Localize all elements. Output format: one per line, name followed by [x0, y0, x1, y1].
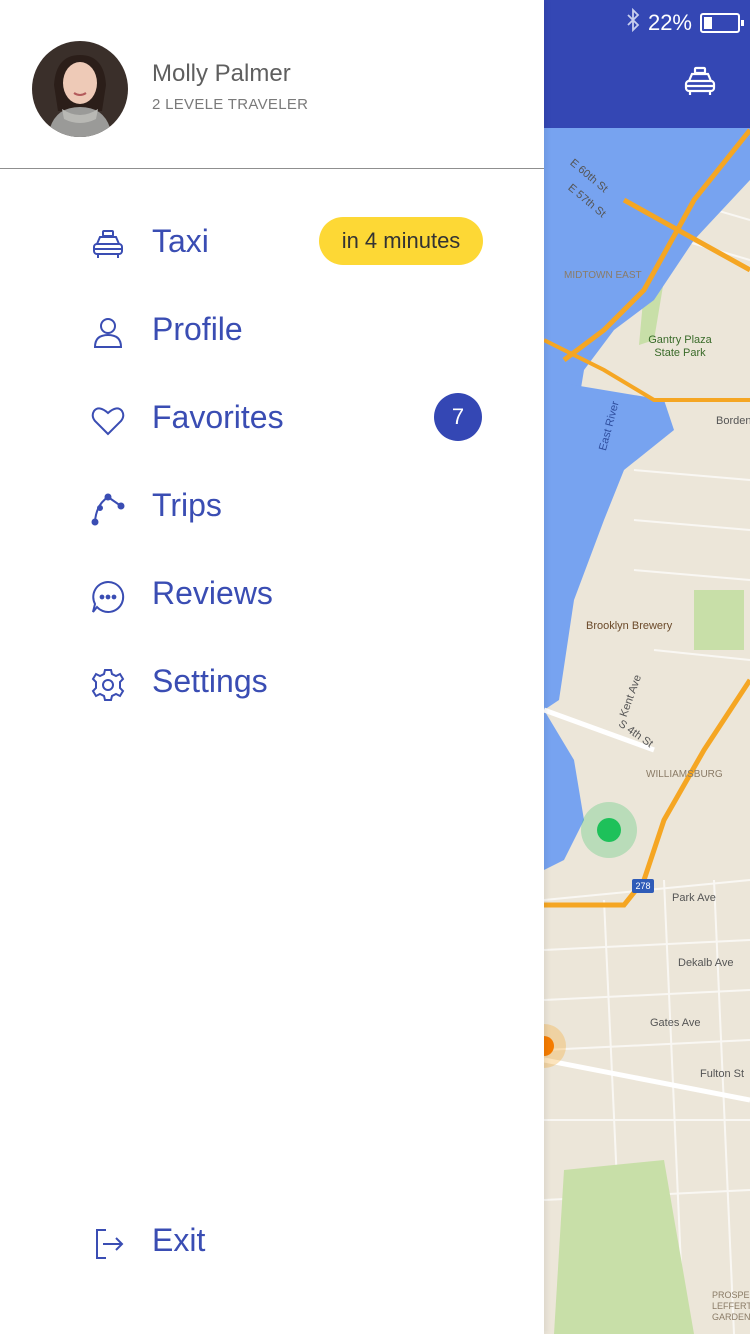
bluetooth-icon	[626, 7, 640, 38]
map-label: Gates Ave	[650, 1017, 701, 1029]
route-icon	[90, 491, 126, 527]
eta-pill: in 4 minutes	[319, 217, 483, 265]
map-label: WILLIAMSBURG	[646, 769, 723, 780]
menu-item-reviews[interactable]: Reviews	[0, 552, 544, 640]
drawer-header: Molly Palmer 2 LEVELE TRAVELER	[0, 0, 544, 169]
menu-label-settings: Settings	[152, 663, 268, 699]
chat-icon	[90, 579, 126, 615]
map-label: Borden	[716, 415, 750, 427]
heart-icon	[90, 403, 126, 439]
menu-label-taxi: Taxi	[152, 223, 209, 259]
navigation-drawer: Molly Palmer 2 LEVELE TRAVELER Taxi in 4…	[0, 0, 544, 1334]
menu-label-favorites: Favorites	[152, 399, 284, 435]
status-bar: 22%	[626, 7, 744, 38]
app-bar: 22%	[544, 0, 750, 128]
highway-shield: 278	[632, 879, 654, 893]
menu-item-favorites[interactable]: Favorites 7	[0, 376, 544, 464]
exit-icon	[90, 1226, 126, 1262]
menu-item-exit[interactable]: Exit	[0, 1199, 544, 1287]
avatar[interactable]	[32, 41, 128, 137]
map-label: Dekalb Ave	[678, 957, 734, 969]
menu-item-trips[interactable]: Trips	[0, 464, 544, 552]
menu-item-settings[interactable]: Settings	[0, 640, 544, 728]
user-name: Molly Palmer	[152, 60, 291, 87]
taxi-icon[interactable]	[682, 64, 718, 100]
battery-percent: 22%	[647, 10, 692, 35]
user-icon	[90, 315, 126, 351]
gear-icon	[90, 667, 126, 703]
menu-item-taxi[interactable]: Taxi in 4 minutes	[0, 200, 544, 288]
taxi-icon	[90, 227, 126, 263]
map-view[interactable]: E 60th St E 57th St MIDTOWN EAST Gantry …	[544, 0, 750, 1334]
map-label: PROSPECT LEFFERTS GARDENS	[712, 1290, 750, 1322]
map-canvas	[544, 128, 750, 1334]
favorites-count-badge: 7	[434, 393, 482, 441]
map-label: Park Ave	[672, 892, 716, 904]
menu-item-profile[interactable]: Profile	[0, 288, 544, 376]
menu-label-trips: Trips	[152, 487, 222, 523]
map-label: Fulton St	[700, 1068, 745, 1080]
menu-label-profile: Profile	[152, 311, 243, 347]
user-level: 2 LEVELE TRAVELER	[152, 96, 309, 113]
menu-label-reviews: Reviews	[152, 575, 273, 611]
map-label: MIDTOWN EAST	[564, 270, 642, 281]
battery-icon	[700, 13, 744, 33]
menu-label-exit: Exit	[152, 1222, 206, 1258]
map-label: Gantry Plaza State Park	[648, 334, 712, 359]
map-label: Brooklyn Brewery	[586, 620, 673, 632]
